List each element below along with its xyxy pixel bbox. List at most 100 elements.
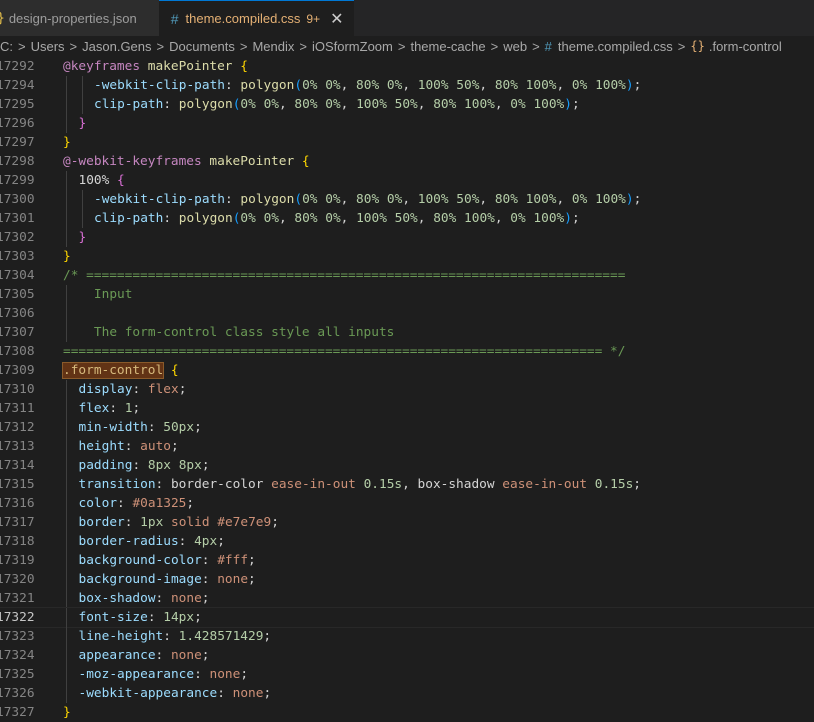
line-number: 17308 [0,344,35,359]
breadcrumb-symbol[interactable]: {} .form-control [690,39,781,54]
code-line[interactable]: 17307 The form-control class style all i… [0,323,814,342]
code-text: ========================================… [63,344,626,359]
code-text: Input [78,287,133,302]
code-text: } [63,135,71,150]
chevron-right-icon: > [532,38,540,54]
line-number: 17312 [0,420,35,435]
breadcrumb-label: Mendix [252,38,295,54]
code-line[interactable]: 17303} [0,247,814,266]
code-line[interactable]: 17321 box-shadow: none; [0,589,814,608]
code-line[interactable]: 17318 border-radius: 4px; [0,532,814,551]
indent-guide [66,76,67,95]
breadcrumb-item[interactable]: Jason.Gens > [82,39,169,54]
code-line[interactable]: 17319 background-color: #fff; [0,551,814,570]
code-line[interactable]: 17317 border: 1px solid #e7e7e9; [0,513,814,532]
code-line[interactable]: 17324 appearance: none; [0,646,814,665]
indent-guide [66,228,67,247]
code-line[interactable]: 17295 clip-path: polygon(0% 0%, 80% 0%, 1… [0,95,814,114]
breadcrumb-label: .form-control [708,38,782,54]
code-line[interactable]: 17299 100% { [0,171,814,190]
code-line[interactable]: 17292 @keyframes makePointer { [0,57,814,76]
code-line[interactable]: 17297} [0,133,814,152]
code-line[interactable]: 17306 [0,304,814,323]
code-line[interactable]: 17310 display: flex; [0,380,814,399]
code-line[interactable]: 17325 -moz-appearance: none; [0,665,814,684]
line-number: 17311 [0,401,35,416]
tab-design-properties-json[interactable]: } design-properties.json [0,0,159,36]
indent-guide [66,190,67,209]
breadcrumb-item[interactable]: Documents > [169,39,252,54]
code-text: -moz-appearance: none; [78,667,249,682]
indent-guide [82,76,83,95]
json-braces-icon: } [0,11,5,26]
code-line[interactable]: 17315 transition: border-color ease-in-ou… [0,475,814,494]
indent-guide [66,95,67,114]
code-line[interactable]: 17309 .form-control { [0,361,814,380]
code-line[interactable]: 17312 min-width: 50px; [0,418,814,437]
line-number: 17322 [0,610,35,625]
breadcrumb-item[interactable]: Mendix > [252,39,312,54]
indent-guide [66,532,67,551]
line-number: 17318 [0,534,35,549]
chevron-right-icon: > [677,38,686,54]
line-number: 17307 [0,325,35,340]
code-text: box-shadow: none; [78,591,210,606]
code-line[interactable]: 17316 color: #0a1325; [0,494,814,513]
breadcrumb-item[interactable]: theme-cache > [410,39,503,54]
line-number: 17304 [0,268,35,283]
breadcrumb-item[interactable]: Users > [31,39,83,54]
line-number: 17301 [0,211,35,226]
code-line[interactable]: 17308 ===================================… [0,342,814,361]
code-editor[interactable]: 17292 @keyframes makePointer {17294 -webki… [0,57,814,722]
code-text: line-height: 1.428571429; [78,629,272,644]
close-icon[interactable]: ✕ [330,9,343,29]
code-line[interactable]: 17296} [0,114,814,133]
line-number: 17306 [0,306,35,321]
code-text: appearance: none; [78,648,210,663]
tab-theme-compiled-css[interactable]: # theme.compiled.css 9+ ✕ [158,0,354,36]
chevron-right-icon: > [397,38,406,54]
code-text: @-webkit-keyframes makePointer { [63,154,310,169]
line-number: 17300 [0,192,35,207]
code-line[interactable]: 17304 /* ================================… [0,266,814,285]
editor-tab-bar: } design-properties.json # theme.compile… [0,0,814,36]
indent-guide [66,513,67,532]
code-text: /* =====================================… [63,268,626,283]
indent-guide [66,551,67,570]
code-line[interactable]: 17294 -webkit-clip-path: polygon(0% 0%, 8… [0,76,814,95]
code-line[interactable]: 17298 @-webkit-keyframes makePointer { [0,152,814,171]
code-line[interactable]: 17313 height: auto; [0,437,814,456]
breadcrumb-item[interactable]: iOSformZoom > [312,39,411,54]
code-line[interactable]: 17322 font-size: 14px; [0,607,814,628]
code-line[interactable]: 17323 line-height: 1.428571429; [0,627,814,646]
code-text: clip-path: polygon(0% 0%, 80% 0%, 100% 5… [94,97,580,112]
breadcrumb-item[interactable]: web > [503,39,544,54]
code-text: } [63,249,71,264]
code-line[interactable]: 17314 padding: 8px 8px; [0,456,814,475]
code-text: } [78,230,87,245]
code-text: border-radius: 4px; [78,534,225,549]
code-line[interactable]: 17305 Input [0,285,814,304]
breadcrumb-label: theme-cache [410,38,486,54]
line-number: 17326 [0,686,35,701]
code-text: -webkit-clip-path: polygon(0% 0%, 80% 0%… [94,192,642,207]
breadcrumb-label: Documents [169,38,235,54]
code-line[interactable]: 17326 -webkit-appearance: none; [0,684,814,703]
breadcrumb-item[interactable]: C: > [0,39,31,54]
code-line[interactable]: 17300 -webkit-clip-path: polygon(0% 0%, 8… [0,190,814,209]
css-hash-icon: # [170,10,179,27]
code-text: display: flex; [78,382,187,397]
code-line[interactable]: 17320 background-image: none; [0,570,814,589]
code-text: color: #0a1325; [78,496,195,511]
code-text: } [63,705,71,720]
problems-badge: 9+ [306,11,321,26]
code-line[interactable]: 17327} [0,703,814,722]
code-line[interactable]: 17311 flex: 1; [0,399,814,418]
line-number: 17302 [0,230,35,245]
code-line[interactable]: 17301 clip-path: polygon(0% 0%, 80% 0%, 1… [0,209,814,228]
code-text: background-color: #fff; [78,553,256,568]
code-text: .form-control { [61,362,179,379]
breadcrumb-file[interactable]: # theme.compiled.css > [545,39,691,54]
indent-guide [66,418,67,437]
code-line[interactable]: 17302} [0,228,814,247]
